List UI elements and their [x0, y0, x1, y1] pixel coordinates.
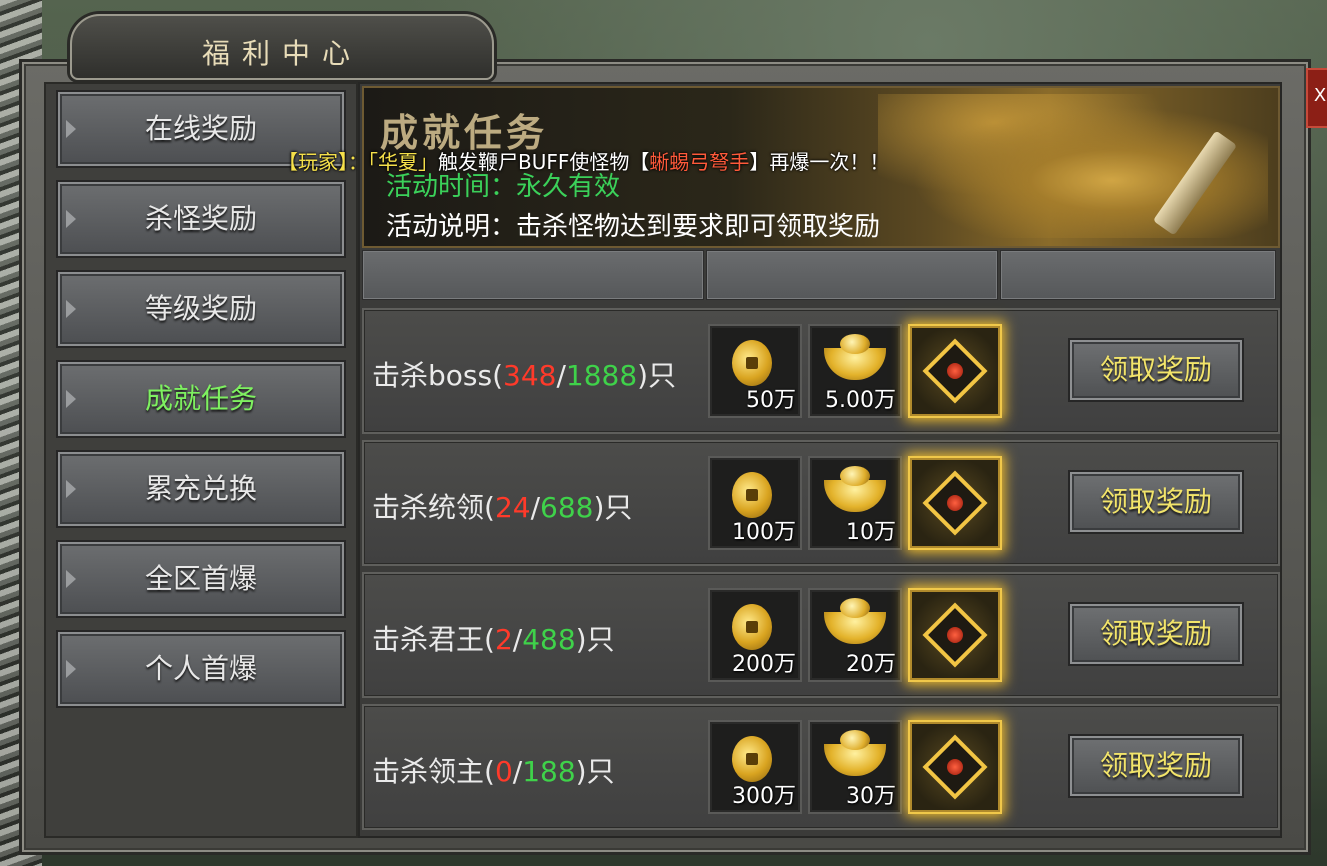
claim-reward-button[interactable]: 领取奖励 [1070, 604, 1242, 664]
chevron-right-icon [66, 480, 76, 498]
gold-ingot-icon [824, 730, 886, 776]
chevron-right-icon [66, 210, 76, 228]
sidebar-item-label: 成就任务 [144, 382, 257, 415]
content-panel: 成就任务 活动时间：永久有效 活动说明：击杀怪物达到要求即可领取奖励 击杀bos… [358, 82, 1282, 838]
gold-coin-icon [732, 340, 772, 386]
task-description: 击杀统领(24/688)只 [372, 491, 633, 524]
table-header [362, 250, 1276, 300]
sidebar-item-label: 等级奖励 [144, 292, 257, 325]
gold-ingot-icon [824, 598, 886, 644]
sidebar-item-personal-first-drop[interactable]: 个人首爆 [58, 632, 344, 706]
system-broadcast-message: 【玩家】：「华夏」触发鞭尸BUFF使怪物【蜥蜴弓弩手】再爆一次！！ [278, 150, 890, 174]
sidebar-item-kill-reward[interactable]: 杀怪奖励 [58, 182, 344, 256]
sidebar-item-label: 全区首爆 [144, 562, 257, 595]
sidebar-item-label: 个人首爆 [144, 652, 257, 685]
reward-slot-gold[interactable]: 200万 [708, 588, 802, 682]
emblem-icon [922, 734, 988, 800]
chevron-right-icon [66, 120, 76, 138]
close-button[interactable]: X [1306, 68, 1327, 128]
reward-amount: 5.00万 [825, 388, 896, 413]
task-description: 击杀boss(348/1888)只 [372, 359, 677, 392]
sidebar-item-label: 杀怪奖励 [144, 202, 257, 235]
table-row: 击杀君王(2/488)只 200万 20万 领取奖励 [362, 572, 1280, 698]
reward-slot-gold[interactable]: 100万 [708, 456, 802, 550]
reward-slot-emblem[interactable] [908, 720, 1002, 814]
reward-amount: 30万 [846, 784, 896, 809]
sidebar-item-recharge-exchange[interactable]: 累充兑换 [58, 452, 344, 526]
chevron-right-icon [66, 390, 76, 408]
emblem-icon [922, 602, 988, 668]
progress-current: 2 [494, 623, 513, 656]
event-description: 活动说明：击杀怪物达到要求即可领取奖励 [386, 212, 881, 242]
sidebar-item-label: 在线奖励 [144, 112, 257, 145]
reward-slot-emblem[interactable] [908, 456, 1002, 550]
reward-slot-gold[interactable]: 50万 [708, 324, 802, 418]
window-title-plate: 福利中心 [70, 14, 494, 80]
progress-current: 0 [494, 755, 513, 788]
reward-amount: 200万 [732, 652, 796, 677]
progress-total: 1888 [565, 359, 638, 392]
gold-ingot-icon [824, 466, 886, 512]
progress-total: 688 [540, 491, 594, 524]
table-row: 击杀统领(24/688)只 100万 10万 领取奖励 [362, 440, 1280, 566]
gold-coin-icon [732, 472, 772, 518]
claim-reward-button[interactable]: 领取奖励 [1070, 340, 1242, 400]
reward-amount: 100万 [732, 520, 796, 545]
reward-amount: 300万 [732, 784, 796, 809]
claim-reward-button[interactable]: 领取奖励 [1070, 472, 1242, 532]
progress-current: 348 [503, 359, 557, 392]
gold-coin-icon [732, 736, 772, 782]
reward-amount: 10万 [846, 520, 896, 545]
table-row: 击杀boss(348/1888)只 50万 5.00万 领取奖励 [362, 308, 1280, 434]
task-description: 击杀君王(2/488)只 [372, 623, 615, 656]
reward-slot-emblem[interactable] [908, 324, 1002, 418]
emblem-icon [922, 338, 988, 404]
reward-slot-ingot[interactable]: 30万 [808, 720, 902, 814]
sidebar-item-achievement[interactable]: 成就任务 [58, 362, 344, 436]
reward-amount: 50万 [746, 388, 796, 413]
emblem-icon [922, 470, 988, 536]
table-row: 击杀领主(0/188)只 300万 30万 领取奖励 [362, 704, 1280, 830]
progress-total: 188 [522, 755, 576, 788]
chevron-right-icon [66, 570, 76, 588]
sidebar: 在线奖励 杀怪奖励 等级奖励 成就任务 累充兑换 全区首爆 个人首爆 [44, 82, 358, 838]
header-cell [1000, 250, 1276, 300]
sidebar-item-label: 累充兑换 [144, 472, 257, 505]
claim-reward-button[interactable]: 领取奖励 [1070, 736, 1242, 796]
reward-slot-emblem[interactable] [908, 588, 1002, 682]
progress-current: 24 [494, 491, 531, 524]
chevron-right-icon [66, 660, 76, 678]
reward-slot-ingot[interactable]: 5.00万 [808, 324, 902, 418]
reward-slot-gold[interactable]: 300万 [708, 720, 802, 814]
window-title: 福利中心 [201, 37, 362, 70]
header-cell [362, 250, 704, 300]
reward-slot-ingot[interactable]: 20万 [808, 588, 902, 682]
chevron-right-icon [66, 300, 76, 318]
gold-ingot-icon [824, 334, 886, 380]
task-description: 击杀领主(0/188)只 [372, 755, 615, 788]
sidebar-item-server-first-drop[interactable]: 全区首爆 [58, 542, 344, 616]
gold-coin-icon [732, 604, 772, 650]
header-cell [706, 250, 998, 300]
reward-slot-ingot[interactable]: 10万 [808, 456, 902, 550]
reward-amount: 20万 [846, 652, 896, 677]
sidebar-item-level-reward[interactable]: 等级奖励 [58, 272, 344, 346]
progress-total: 488 [522, 623, 576, 656]
